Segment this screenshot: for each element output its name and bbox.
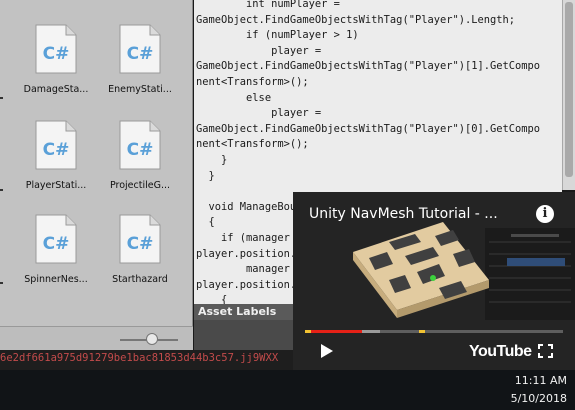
asset-edge-mark: [0, 282, 3, 284]
csharp-file-icon: C#: [119, 24, 161, 74]
svg-text:C#: C#: [127, 44, 154, 64]
code-line: int numPlayer =: [196, 0, 340, 10]
video-title[interactable]: Unity NavMesh Tutorial - ...: [309, 206, 498, 222]
asset-edge-mark: [0, 97, 3, 99]
youtube-mini-player[interactable]: Unity NavMesh Tutorial - ... i YouTube: [293, 192, 575, 370]
asset-item[interactable]: C# Starthazard: [100, 214, 180, 294]
code-line: }: [196, 153, 228, 166]
clock-time[interactable]: 11:11 AM: [515, 374, 567, 387]
asset-item[interactable]: C# DamageSta...: [16, 24, 96, 104]
project-asset-pane: C# DamageSta... C# EnemyStati... C# Play…: [0, 0, 193, 350]
video-played: [305, 330, 362, 333]
info-icon[interactable]: i: [536, 205, 554, 223]
screen: C# DamageSta... C# EnemyStati... C# Play…: [0, 0, 575, 410]
code-line: GameObject.FindGameObjectsWithTag("Playe…: [196, 122, 541, 135]
asset-item-label: EnemyStati...: [108, 84, 172, 95]
csharp-file-icon: C#: [119, 120, 161, 170]
asset-grid: C# DamageSta... C# EnemyStati... C# Play…: [0, 0, 193, 326]
svg-text:C#: C#: [43, 140, 70, 160]
taskbar: 11:11 AM 5/10/2018: [0, 370, 575, 410]
asset-item[interactable]: C# EnemyStati...: [100, 24, 180, 104]
clock-date[interactable]: 5/10/2018: [511, 392, 567, 405]
csharp-file-icon: C#: [35, 120, 77, 170]
asset-guid-bar: 6e2df661a975d91279be1bac81853d44b3c57.jj…: [0, 350, 300, 370]
code-line: GameObject.FindGameObjectsWithTag("Playe…: [196, 60, 541, 73]
csharp-file-icon: C#: [35, 214, 77, 264]
code-line: if (numPlayer > 1): [196, 29, 359, 42]
ad-marker: [305, 330, 311, 333]
code-line: nent<Transform>();: [196, 75, 309, 88]
asset-item[interactable]: C# SpinnerNes...: [16, 214, 96, 294]
code-line: player =: [196, 107, 322, 120]
asset-item-label: SpinnerNes...: [24, 274, 88, 285]
code-scrollbar-thumb[interactable]: [565, 2, 573, 177]
svg-text:C#: C#: [127, 140, 154, 160]
asset-item-label: DamageSta...: [23, 84, 89, 95]
ad-marker: [419, 330, 425, 333]
code-line: player =: [196, 44, 322, 57]
csharp-file-icon: C#: [35, 24, 77, 74]
code-line: else: [196, 91, 272, 104]
code-line: nent<Transform>();: [196, 138, 309, 151]
asset-edge-mark: [0, 189, 3, 191]
svg-text:C#: C#: [43, 234, 70, 254]
asset-zoom-bar: [0, 326, 193, 350]
asset-item-label: ProjectileG...: [109, 180, 171, 191]
youtube-logo[interactable]: YouTube: [469, 343, 532, 361]
video-progress-bar[interactable]: [305, 330, 563, 333]
svg-text:C#: C#: [43, 44, 70, 64]
asset-item-label: PlayerStati...: [25, 180, 87, 191]
code-line: GameObject.FindGameObjectsWithTag("Playe…: [196, 13, 516, 26]
zoom-slider-thumb[interactable]: [146, 333, 158, 345]
asset-item[interactable]: C# PlayerStati...: [16, 120, 96, 200]
code-line: }: [196, 169, 215, 182]
fullscreen-icon[interactable]: [538, 344, 553, 358]
csharp-file-icon: C#: [119, 214, 161, 264]
play-icon[interactable]: [321, 344, 333, 358]
asset-item[interactable]: C# ProjectileG...: [100, 120, 180, 200]
code-scrollbar[interactable]: [562, 0, 575, 190]
asset-item-label: Starthazard: [112, 274, 168, 285]
asset-guid-text: 6e2df661a975d91279be1bac81853d44b3c57.jj…: [0, 352, 279, 364]
svg-text:C#: C#: [127, 234, 154, 254]
